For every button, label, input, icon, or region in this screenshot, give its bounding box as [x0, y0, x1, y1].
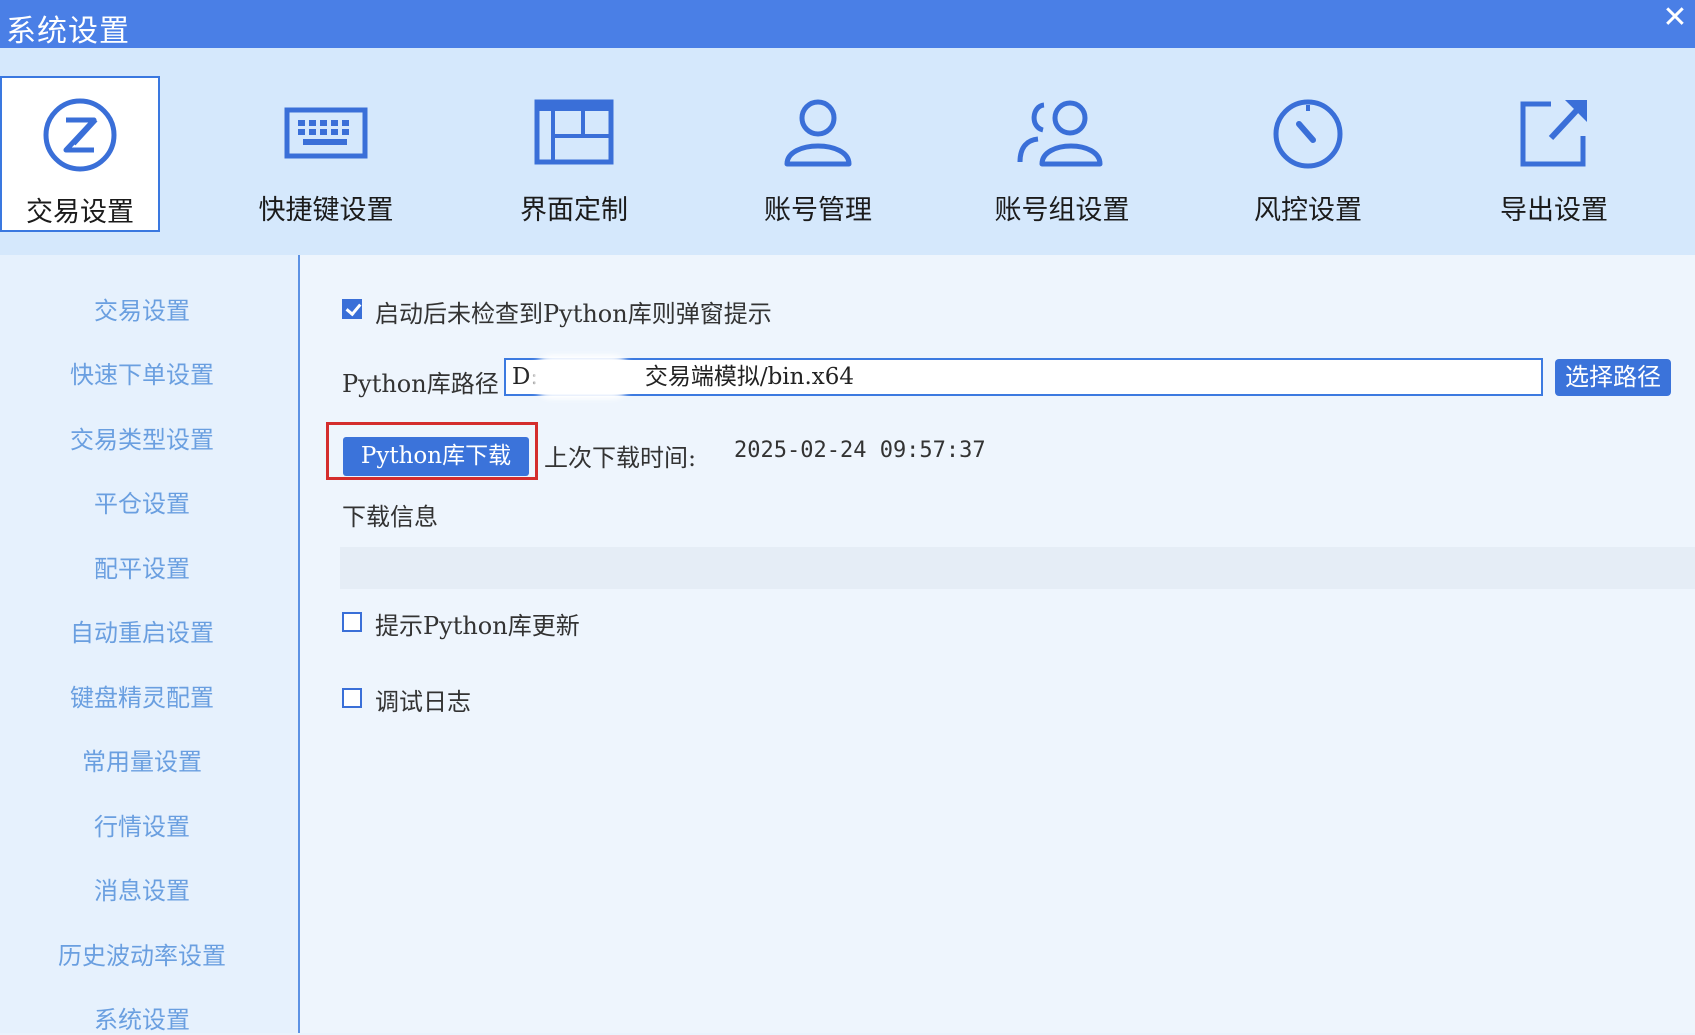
sidebar-item-keyboard-wizard[interactable]: 键盘精灵配置 — [0, 678, 284, 713]
tab-label: 导出设置 — [1500, 195, 1608, 226]
last-download-time: 2025-02-24 09:57:37 — [734, 438, 986, 463]
python-download-button[interactable]: Python库下载 — [343, 437, 529, 476]
python-path-label: Python库路径 — [342, 370, 499, 398]
user-group-icon — [1017, 100, 1103, 167]
keyboard-icon — [284, 107, 368, 159]
user-icon — [784, 99, 852, 167]
sidebar-item-auto-restart[interactable]: 自动重启设置 — [0, 613, 284, 648]
settings-content: 启动后未检查到Python库则弹窗提示 Python库路径 D: 交易端模拟/b… — [300, 255, 1695, 1033]
tab-label: 账号组设置 — [994, 195, 1130, 226]
tab-account-group-settings[interactable]: 账号组设置 — [982, 76, 1142, 232]
popup-hint-checkbox[interactable] — [342, 299, 362, 319]
python-path-input[interactable]: D: 交易端模拟/bin.x64 — [504, 358, 1543, 396]
title-bar: 系统设置 ✕ — [0, 0, 1695, 49]
layout-icon — [534, 99, 614, 165]
debug-log-checkbox[interactable] — [342, 688, 362, 708]
tab-label: 快捷键设置 — [258, 195, 394, 226]
sidebar-item-system-settings[interactable]: 系统设置 — [0, 1000, 284, 1035]
debug-log-label: 调试日志 — [375, 688, 471, 716]
tab-risk-control[interactable]: 风控设置 — [1228, 76, 1388, 232]
tab-export-settings[interactable]: 导出设置 — [1474, 76, 1634, 232]
sidebar-item-balance[interactable]: 配平设置 — [0, 549, 284, 584]
update-hint-label: 提示Python库更新 — [375, 612, 580, 640]
window-title: 系统设置 — [6, 14, 130, 49]
path-value: 交易端模拟/bin.x64 — [644, 364, 855, 390]
tab-trade-settings[interactable]: 交易设置 — [0, 76, 160, 232]
redacted-area — [532, 355, 632, 399]
tab-label: 风控设置 — [1254, 195, 1362, 226]
download-info-field — [340, 547, 1695, 589]
update-hint-checkbox[interactable] — [342, 612, 362, 632]
sidebar-item-historical-volatility[interactable]: 历史波动率设置 — [0, 936, 284, 971]
sidebar-item-close-position[interactable]: 平仓设置 — [0, 484, 284, 519]
popup-hint-label: 启动后未检查到Python库则弹窗提示 — [375, 300, 772, 328]
sidebar-item-market-data[interactable]: 行情设置 — [0, 807, 284, 842]
gauge-icon — [1273, 99, 1343, 169]
tab-label: 交易设置 — [26, 197, 134, 228]
settings-sidebar: 交易设置 快速下单设置 交易类型设置 平仓设置 配平设置 自动重启设置 键盘精灵… — [0, 255, 300, 1035]
tab-account-management[interactable]: 账号管理 — [738, 76, 898, 232]
last-download-label: 上次下载时间: — [544, 444, 697, 472]
trade-icon — [43, 98, 117, 172]
sidebar-item-common-quantity[interactable]: 常用量设置 — [0, 742, 284, 777]
settings-toolbar: 交易设置 快捷键设置 界面定制 账号管理 账号组设置 风控设置 导出设置 — [0, 48, 1695, 255]
sidebar-item-message[interactable]: 消息设置 — [0, 871, 284, 906]
tab-ui-customize[interactable]: 界面定制 — [494, 76, 654, 232]
tab-label: 账号管理 — [764, 195, 872, 226]
tab-shortcut-settings[interactable]: 快捷键设置 — [246, 76, 406, 232]
export-icon — [1520, 100, 1587, 167]
choose-path-button[interactable]: 选择路径 — [1555, 359, 1671, 396]
download-info-label: 下载信息 — [342, 503, 438, 531]
sidebar-item-trade-type[interactable]: 交易类型设置 — [0, 420, 284, 455]
sidebar-item-trade-settings[interactable]: 交易设置 — [0, 291, 284, 326]
sidebar-item-quick-order[interactable]: 快速下单设置 — [0, 355, 284, 390]
tab-label: 界面定制 — [520, 195, 628, 226]
close-icon[interactable]: ✕ — [1655, 0, 1695, 40]
